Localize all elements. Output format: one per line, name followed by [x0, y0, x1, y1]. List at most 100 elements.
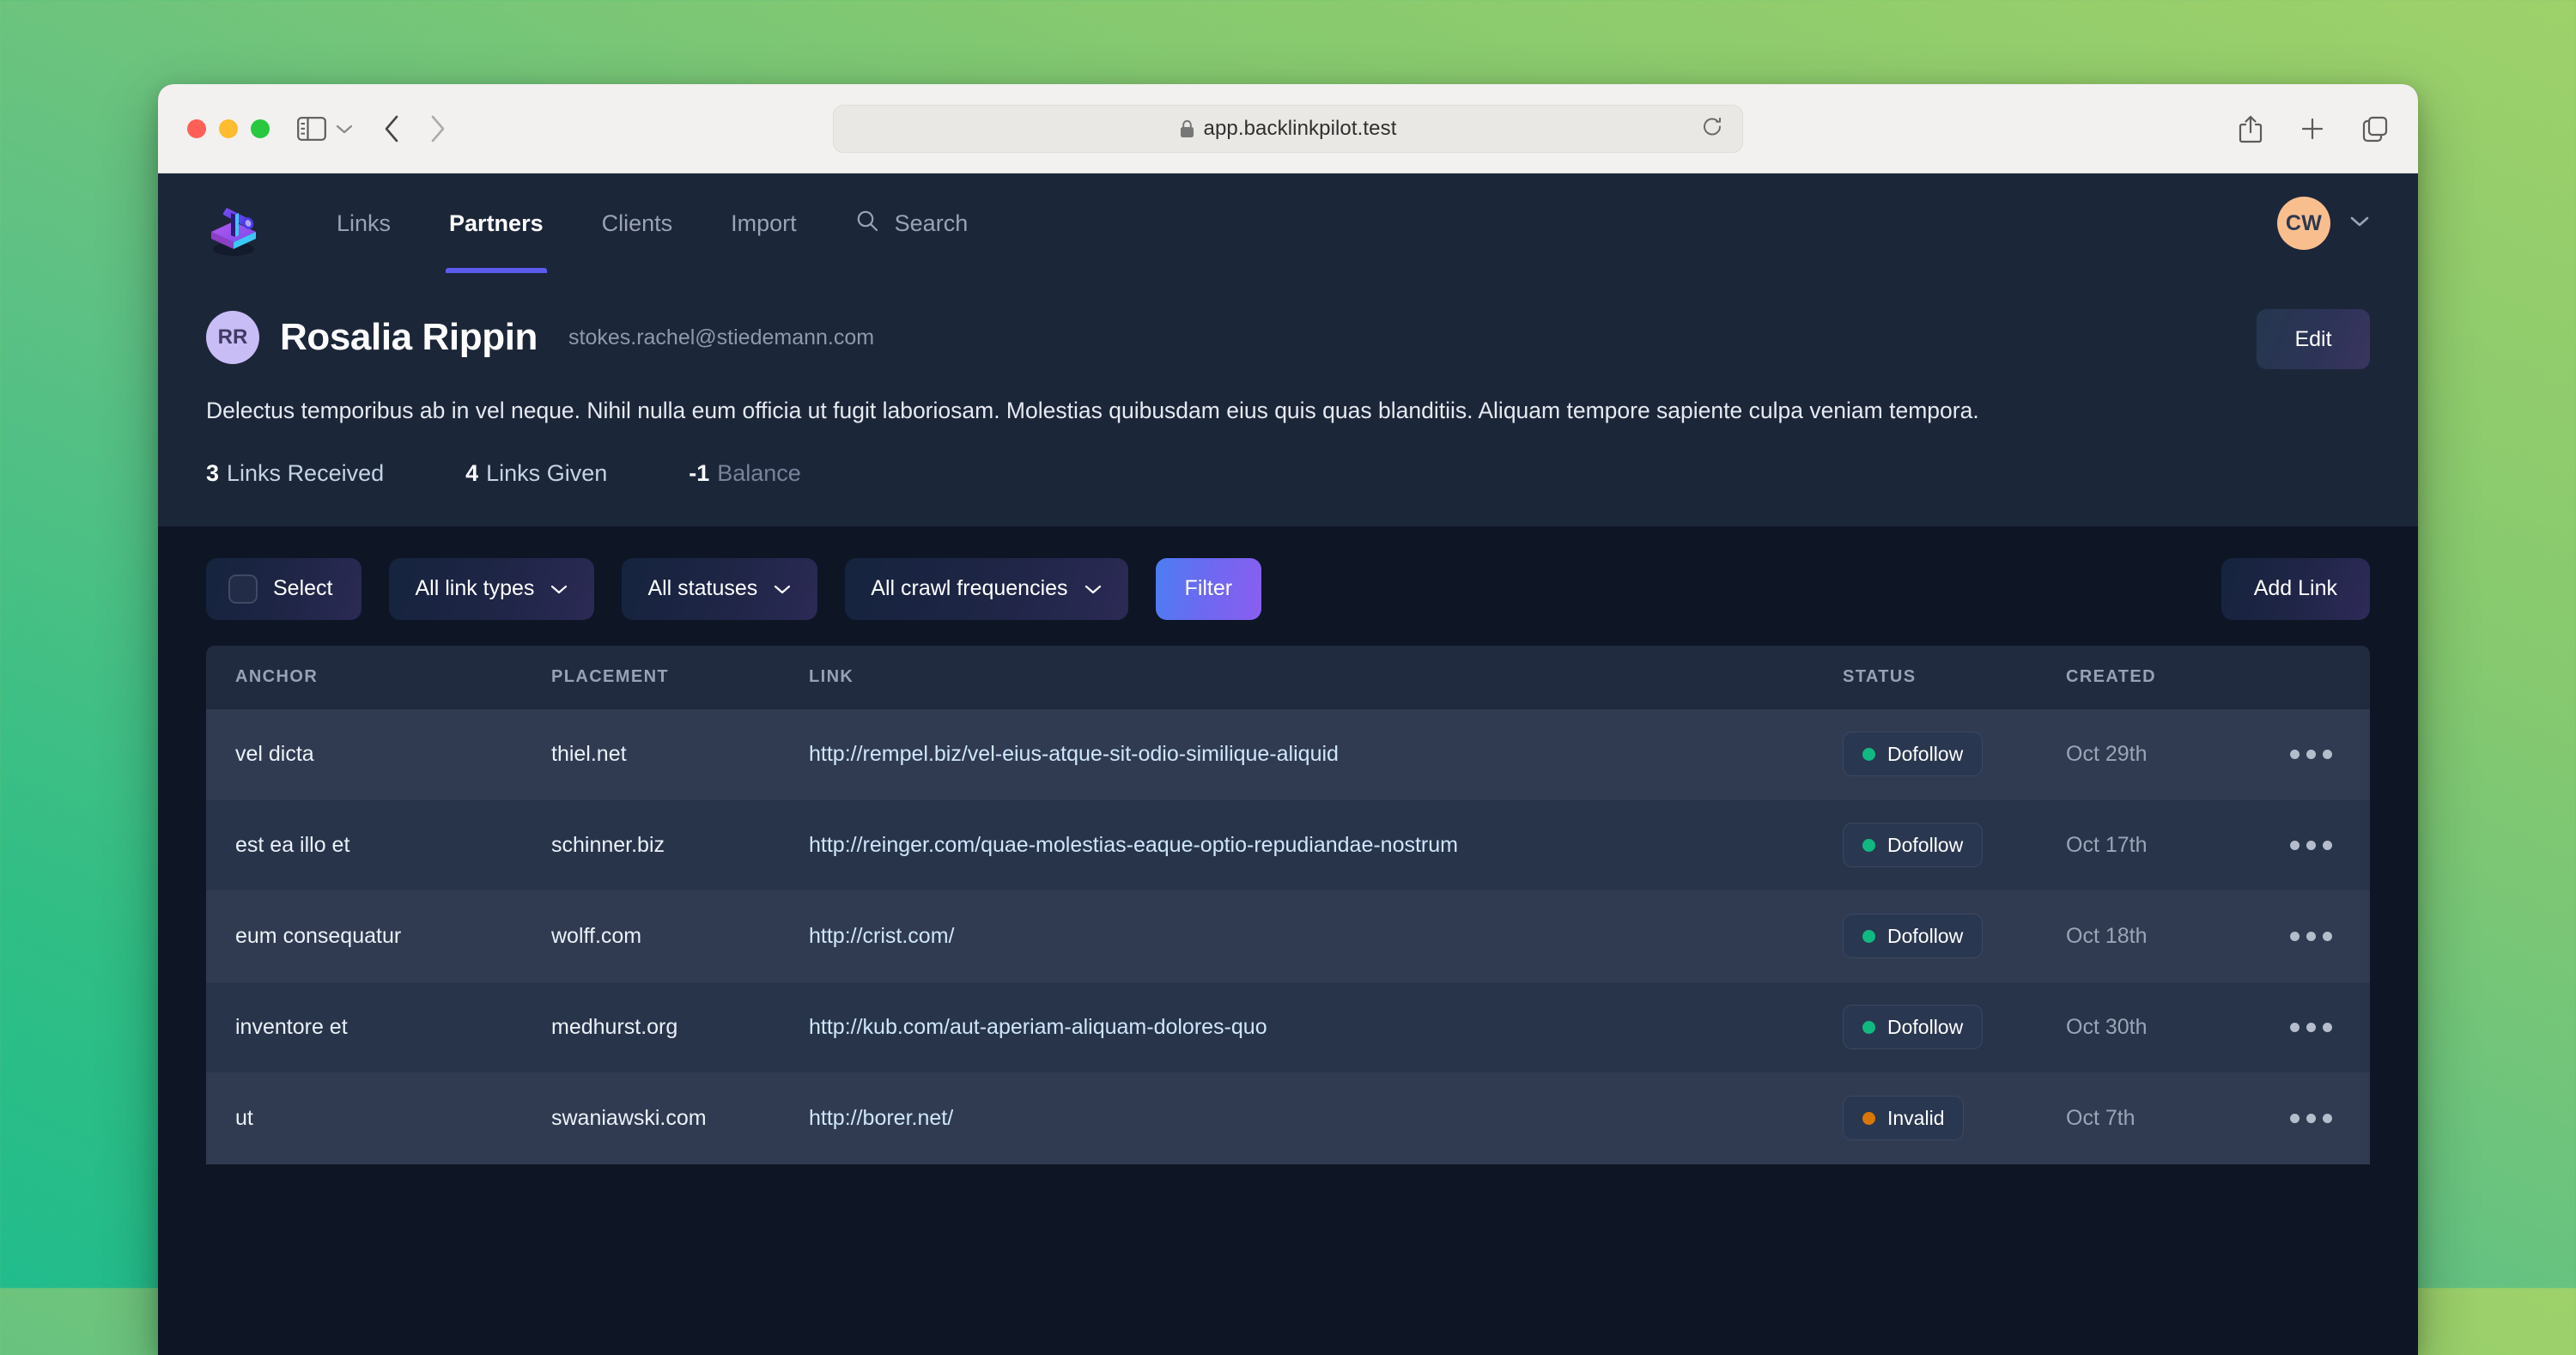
back-arrow-icon[interactable] [383, 114, 400, 143]
links-table: ANCHOR PLACEMENT LINK STATUS CREATED vel… [158, 645, 2418, 1164]
status-label: Invalid [1887, 1106, 1945, 1129]
column-header-anchor: ANCHOR [235, 667, 319, 687]
table-row[interactable]: inventore et medhurst.org http://kub.com… [206, 981, 2370, 1073]
share-icon[interactable] [2238, 114, 2263, 143]
browser-actions [2238, 114, 2389, 143]
select-label: Select [273, 576, 333, 601]
add-link-button[interactable]: Add Link [2221, 557, 2370, 620]
close-window-button[interactable] [187, 118, 206, 138]
forward-arrow-icon[interactable] [429, 114, 447, 143]
user-menu[interactable]: CW [2277, 197, 2370, 250]
row-menu-icon[interactable] [2281, 1014, 2341, 1041]
nav-label: Import [731, 210, 797, 236]
cell-anchor: inventore et [235, 1014, 348, 1039]
cell-created: Oct 17th [2066, 832, 2148, 857]
column-header-link: LINK [809, 667, 854, 687]
nav-item-search[interactable]: Search [826, 173, 998, 273]
page-title: Rosalia Rippin [280, 316, 538, 358]
cell-anchor: vel dicta [235, 741, 314, 766]
profile-stats: 3 Links Received 4 Links Given -1 Balance [206, 460, 2370, 487]
profile-identity: RR Rosalia Rippin stokes.rachel@stiedema… [206, 311, 2370, 364]
cell-placement: thiel.net [551, 741, 627, 766]
select-checkbox[interactable] [228, 574, 258, 604]
select-button[interactable]: Select [206, 557, 362, 620]
chevron-down-icon [2349, 215, 2370, 232]
status-label: Dofollow [1887, 833, 1964, 856]
window-controls [187, 118, 270, 138]
crawl-frequencies-dropdown[interactable]: All crawl frequencies [845, 557, 1128, 620]
cell-placement: schinner.biz [551, 832, 665, 857]
row-menu-icon[interactable] [2281, 1105, 2341, 1132]
cell-placement: wolff.com [551, 923, 642, 948]
cell-link[interactable]: http://rempel.biz/vel-eius-atque-sit-odi… [809, 742, 1339, 766]
status-label: Dofollow [1887, 924, 1964, 947]
status-label: Dofollow [1887, 742, 1964, 765]
profile-header: RR Rosalia Rippin stokes.rachel@stiedema… [158, 273, 2418, 527]
reload-icon[interactable] [1701, 115, 1723, 142]
plus-icon[interactable] [2300, 116, 2325, 142]
cell-created: Oct 30th [2066, 1014, 2148, 1039]
link-types-label: All link types [415, 576, 535, 601]
table-row[interactable]: vel dicta thiel.net http://rempel.biz/ve… [206, 708, 2370, 800]
address-bar[interactable]: app.backlinkpilot.test [833, 104, 1743, 153]
status-dot-icon [1862, 1020, 1875, 1034]
nav-item-links[interactable]: Links [307, 173, 420, 273]
status-dot-icon [1862, 1111, 1875, 1125]
nav-item-import[interactable]: Import [702, 173, 826, 273]
row-menu-icon[interactable] [2281, 923, 2341, 950]
telescope-logo[interactable] [204, 189, 271, 258]
filter-button[interactable]: Filter [1155, 557, 1262, 620]
row-menu-icon[interactable] [2281, 741, 2341, 768]
status-badge: Dofollow [1843, 732, 1984, 777]
minimize-window-button[interactable] [219, 118, 238, 138]
nav-item-clients[interactable]: Clients [573, 173, 702, 273]
chevron-down-icon [550, 576, 568, 601]
cell-created: Oct 18th [2066, 923, 2148, 948]
table-row[interactable]: ut swaniawski.com http://borer.net/ Inva… [206, 1072, 2370, 1164]
browser-toolbar: app.backlinkpilot.test [158, 84, 2418, 173]
table-row[interactable]: eum consequatur wolff.com http://crist.c… [206, 890, 2370, 982]
status-badge: Invalid [1843, 1096, 1965, 1141]
status-badge: Dofollow [1843, 914, 1984, 959]
nav-item-partners[interactable]: Partners [420, 173, 573, 273]
statuses-dropdown[interactable]: All statuses [622, 557, 818, 620]
status-dot-icon [1862, 838, 1875, 852]
column-header-created: CREATED [2066, 667, 2156, 687]
avatar: CW [2277, 197, 2330, 250]
edit-button[interactable]: Edit [2257, 309, 2370, 369]
cell-anchor: ut [235, 1105, 253, 1130]
sidebar-dropdown-icon[interactable] [335, 123, 354, 135]
filter-toolbar: Select All link types All statuses All c… [158, 526, 2418, 646]
chevron-down-icon [773, 576, 792, 601]
cell-link[interactable]: http://borer.net/ [809, 1106, 953, 1130]
table-row[interactable]: est ea illo et schinner.biz http://reing… [206, 799, 2370, 891]
nav-label: Partners [449, 210, 544, 236]
row-menu-icon[interactable] [2281, 832, 2341, 859]
browser-navigation [383, 114, 447, 143]
stat-value: 3 [206, 459, 220, 486]
chevron-down-icon [1084, 576, 1103, 601]
cell-link[interactable]: http://crist.com/ [809, 924, 954, 948]
lock-icon [1180, 119, 1194, 138]
cell-link[interactable]: http://kub.com/aut-aperiam-aliquam-dolor… [809, 1015, 1267, 1039]
nav-label: Links [337, 210, 392, 236]
stat-links-given: 4 Links Given [465, 460, 607, 487]
tab-overview-icon[interactable] [2361, 115, 2389, 143]
url-text: app.backlinkpilot.test [1203, 116, 1397, 140]
crawl-frequencies-label: All crawl frequencies [871, 576, 1068, 601]
nav-label: Clients [601, 210, 673, 236]
stat-value: -1 [689, 459, 710, 486]
nav-label: Search [894, 210, 969, 236]
status-label: Dofollow [1887, 1015, 1964, 1038]
sidebar-toggle-icon[interactable] [297, 116, 326, 141]
status-badge: Dofollow [1843, 1005, 1984, 1050]
stat-label: Links Given [486, 459, 608, 486]
avatar: RR [206, 311, 259, 364]
maximize-window-button[interactable] [251, 118, 270, 138]
profile-email: stokes.rachel@stiedemann.com [568, 325, 875, 349]
cell-link[interactable]: http://reinger.com/quae-molestias-eaque-… [809, 833, 1458, 857]
nav-items: Links Partners Clients Import Search [307, 173, 997, 273]
app-navbar: Links Partners Clients Import Search CW [158, 173, 2418, 273]
status-dot-icon [1862, 929, 1875, 943]
link-types-dropdown[interactable]: All link types [389, 557, 595, 620]
